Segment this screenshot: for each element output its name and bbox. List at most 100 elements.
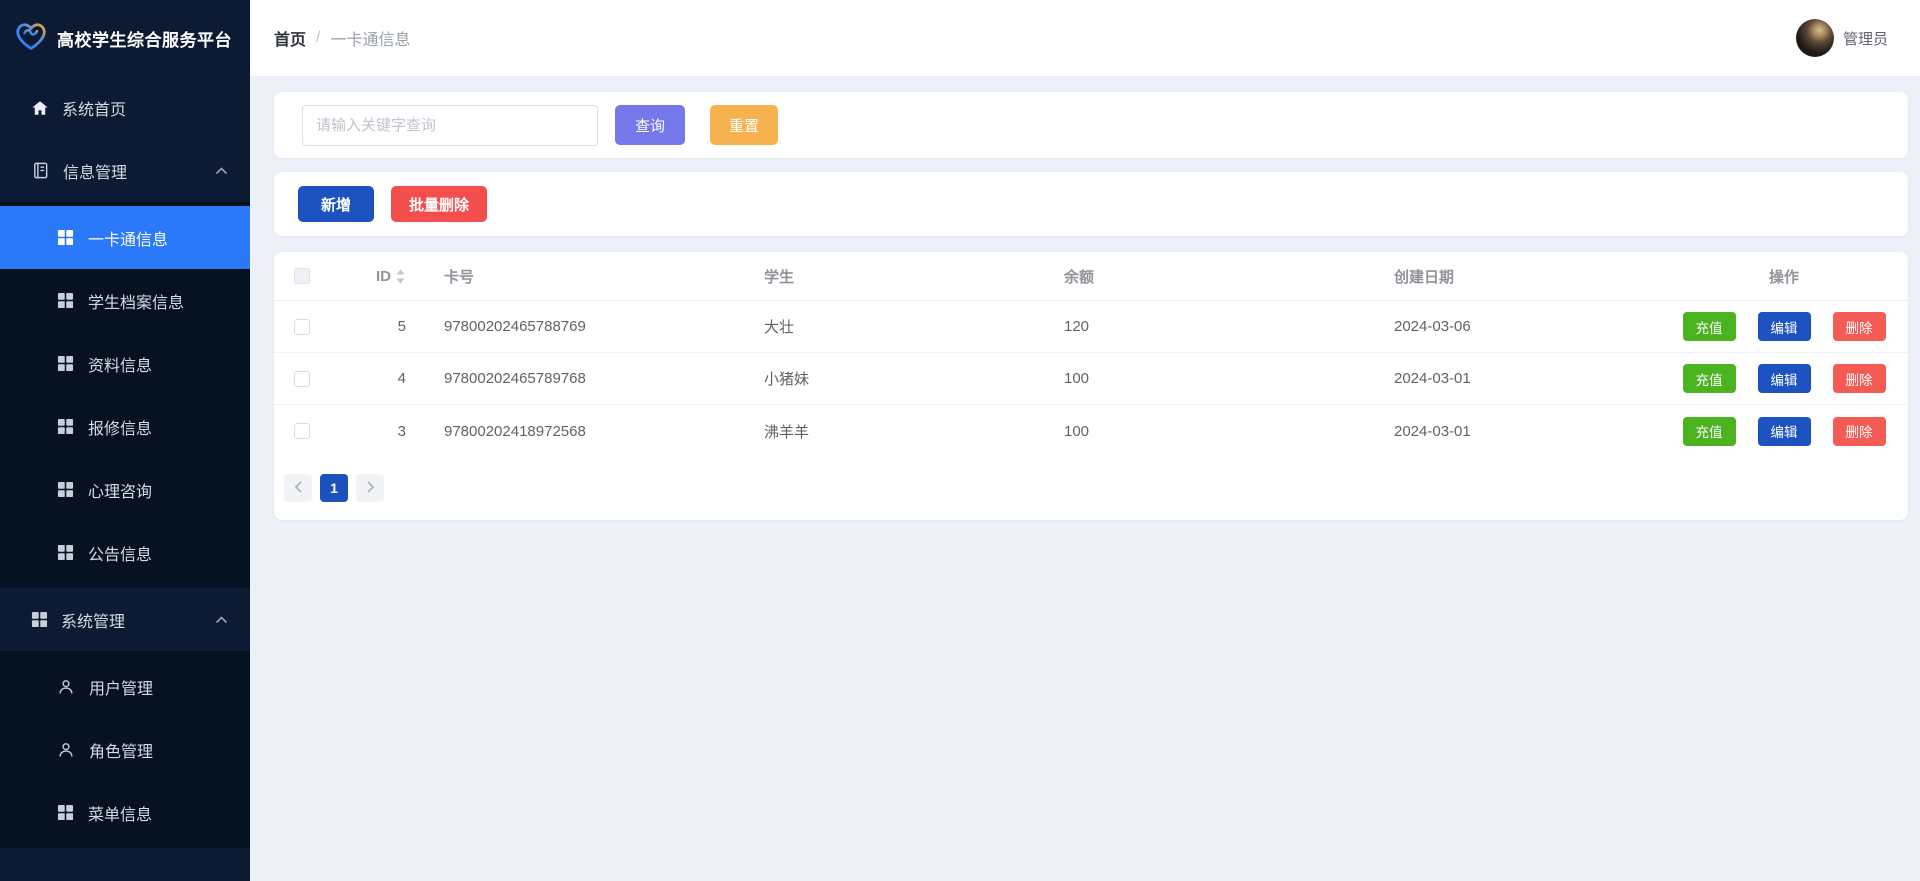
page-button-1[interactable]: 1 xyxy=(320,474,348,502)
user-menu[interactable]: 管理员 xyxy=(1795,19,1888,57)
sidebar-item-label: 菜单信息 xyxy=(88,806,153,824)
cell-balance: 120 xyxy=(1064,318,1090,335)
pagination: 1 xyxy=(274,457,1908,520)
main-area: 首页 / 一卡通信息 管理员 查询 重置 新增 批量删除 xyxy=(250,0,1920,881)
sidebar-item-material-info[interactable]: 资料信息 xyxy=(0,332,250,395)
column-header-actions: 操作 xyxy=(1768,268,1799,286)
row-checkbox[interactable] xyxy=(294,318,310,335)
cell-balance: 100 xyxy=(1064,370,1090,387)
sidebar-item-label: 学生档案信息 xyxy=(88,294,185,312)
cell-card-no: 97800202465789768 xyxy=(444,370,586,387)
sort-icon[interactable] xyxy=(395,268,406,285)
cell-id: 4 xyxy=(397,370,406,387)
table-row: 5 97800202465788769 大壮 120 2024-03-06 充值… xyxy=(274,301,1908,353)
sidebar-item-role-management[interactable]: 角色管理 xyxy=(0,718,250,781)
cell-card-no: 97800202418972568 xyxy=(444,422,586,440)
cell-student: 大壮 xyxy=(764,319,795,336)
chevron-up-icon xyxy=(215,166,228,175)
chevron-up-icon xyxy=(215,615,228,624)
submenu-system-management: 用户管理 角色管理 菜单信息 xyxy=(0,651,250,848)
heart-logo-icon xyxy=(13,20,49,57)
cell-student: 小猪妹 xyxy=(764,371,810,388)
chevron-right-icon xyxy=(366,480,375,496)
sidebar-item-label: 资料信息 xyxy=(88,357,153,375)
sidebar-item-onecard-info[interactable]: 一卡通信息 xyxy=(0,206,250,269)
chevron-left-icon xyxy=(294,480,303,496)
grid-icon xyxy=(57,544,74,561)
search-card: 查询 重置 xyxy=(274,92,1908,158)
sidebar-item-psych-consult[interactable]: 心理咨询 xyxy=(0,458,250,521)
select-all-checkbox[interactable] xyxy=(294,268,310,284)
sidebar-item-label: 公告信息 xyxy=(88,546,153,564)
column-header-created: 创建日期 xyxy=(1394,268,1455,286)
edit-button[interactable]: 编辑 xyxy=(1757,312,1811,341)
row-checkbox[interactable] xyxy=(294,423,310,439)
recharge-button[interactable]: 充值 xyxy=(1682,364,1736,393)
column-header-card-no: 卡号 xyxy=(444,268,475,286)
notebook-icon xyxy=(31,161,50,180)
table-card: ID 卡号 学生 余额 创建日期 操作 5 97800202465788769 … xyxy=(274,252,1908,520)
user-icon xyxy=(57,741,75,759)
topbar: 首页 / 一卡通信息 管理员 xyxy=(250,0,1920,76)
delete-button[interactable]: 删除 xyxy=(1832,416,1886,446)
sidebar-item-announcement[interactable]: 公告信息 xyxy=(0,521,250,584)
cell-student: 沸羊羊 xyxy=(764,423,810,441)
sidebar-item-student-archive[interactable]: 学生档案信息 xyxy=(0,269,250,332)
table-row: 3 97800202418972568 沸羊羊 100 2024-03-01 充… xyxy=(274,405,1908,457)
sidebar-item-label: 报修信息 xyxy=(88,420,153,438)
sidebar-item-user-management[interactable]: 用户管理 xyxy=(0,655,250,718)
breadcrumb-home[interactable]: 首页 xyxy=(274,26,306,50)
column-header-balance: 余额 xyxy=(1064,268,1095,286)
add-button[interactable]: 新增 xyxy=(298,186,375,222)
edit-button[interactable]: 编辑 xyxy=(1757,416,1811,446)
recharge-button[interactable]: 充值 xyxy=(1682,312,1736,341)
app-logo: 高校学生综合服务平台 xyxy=(0,0,250,76)
delete-button[interactable]: 删除 xyxy=(1832,312,1886,341)
next-page-button[interactable] xyxy=(356,474,384,502)
sidebar-item-label: 角色管理 xyxy=(89,743,154,761)
sidebar-item-label: 一卡通信息 xyxy=(88,231,169,249)
user-name: 管理员 xyxy=(1842,30,1888,48)
recharge-button[interactable]: 充值 xyxy=(1682,416,1736,446)
sidebar-item-home[interactable]: 系统首页 xyxy=(0,76,250,139)
content: 查询 重置 新增 批量删除 ID 卡号 学生 余额 创建日期 xyxy=(250,76,1920,520)
toolbar-card: 新增 批量删除 xyxy=(274,172,1908,236)
app-title: 高校学生综合服务平台 xyxy=(57,30,232,50)
column-header-student: 学生 xyxy=(764,268,795,286)
cell-created: 2024-03-06 xyxy=(1394,318,1471,335)
app-window: 高校学生综合服务平台 系统首页 信息管理 一卡通信息 学生档案信息 资料信息 报… xyxy=(0,0,1920,881)
query-button[interactable]: 查询 xyxy=(615,105,686,145)
sidebar-item-label: 心理咨询 xyxy=(88,483,153,501)
reset-button[interactable]: 重置 xyxy=(710,105,779,145)
sidebar-item-info-management[interactable]: 信息管理 xyxy=(0,139,250,202)
delete-button[interactable]: 删除 xyxy=(1832,364,1886,393)
sidebar-item-repair-info[interactable]: 报修信息 xyxy=(0,395,250,458)
user-icon xyxy=(57,678,75,696)
table-header: ID 卡号 学生 余额 创建日期 操作 xyxy=(274,252,1908,301)
avatar xyxy=(1795,19,1834,57)
sidebar-item-system-management[interactable]: 系统管理 xyxy=(0,588,250,651)
batch-delete-button[interactable]: 批量删除 xyxy=(391,186,488,222)
grid-icon xyxy=(57,229,74,246)
cell-created: 2024-03-01 xyxy=(1394,370,1471,387)
edit-button[interactable]: 编辑 xyxy=(1757,364,1811,393)
search-input[interactable] xyxy=(302,104,598,146)
sidebar-item-menu-info[interactable]: 菜单信息 xyxy=(0,781,250,844)
grid-icon xyxy=(57,804,74,821)
row-checkbox[interactable] xyxy=(294,370,310,387)
sidebar-menu: 系统首页 信息管理 一卡通信息 学生档案信息 资料信息 报修信息 心理咨询 公告… xyxy=(0,76,250,881)
sidebar: 高校学生综合服务平台 系统首页 信息管理 一卡通信息 学生档案信息 资料信息 报… xyxy=(0,0,250,881)
sidebar-item-label: 系统首页 xyxy=(62,101,127,119)
breadcrumb-current: 一卡通信息 xyxy=(330,32,411,49)
table-row: 4 97800202465789768 小猪妹 100 2024-03-01 充… xyxy=(274,353,1908,405)
grid-icon xyxy=(57,355,74,372)
sidebar-item-label: 用户管理 xyxy=(89,680,154,698)
cell-created: 2024-03-01 xyxy=(1394,422,1471,440)
grid-icon xyxy=(57,292,74,309)
breadcrumb: 首页 / 一卡通信息 xyxy=(274,26,410,50)
grid-icon xyxy=(57,481,74,498)
column-header-id: ID xyxy=(376,267,391,285)
cell-id: 5 xyxy=(397,318,406,335)
home-icon xyxy=(31,99,49,117)
prev-page-button[interactable] xyxy=(284,474,312,502)
